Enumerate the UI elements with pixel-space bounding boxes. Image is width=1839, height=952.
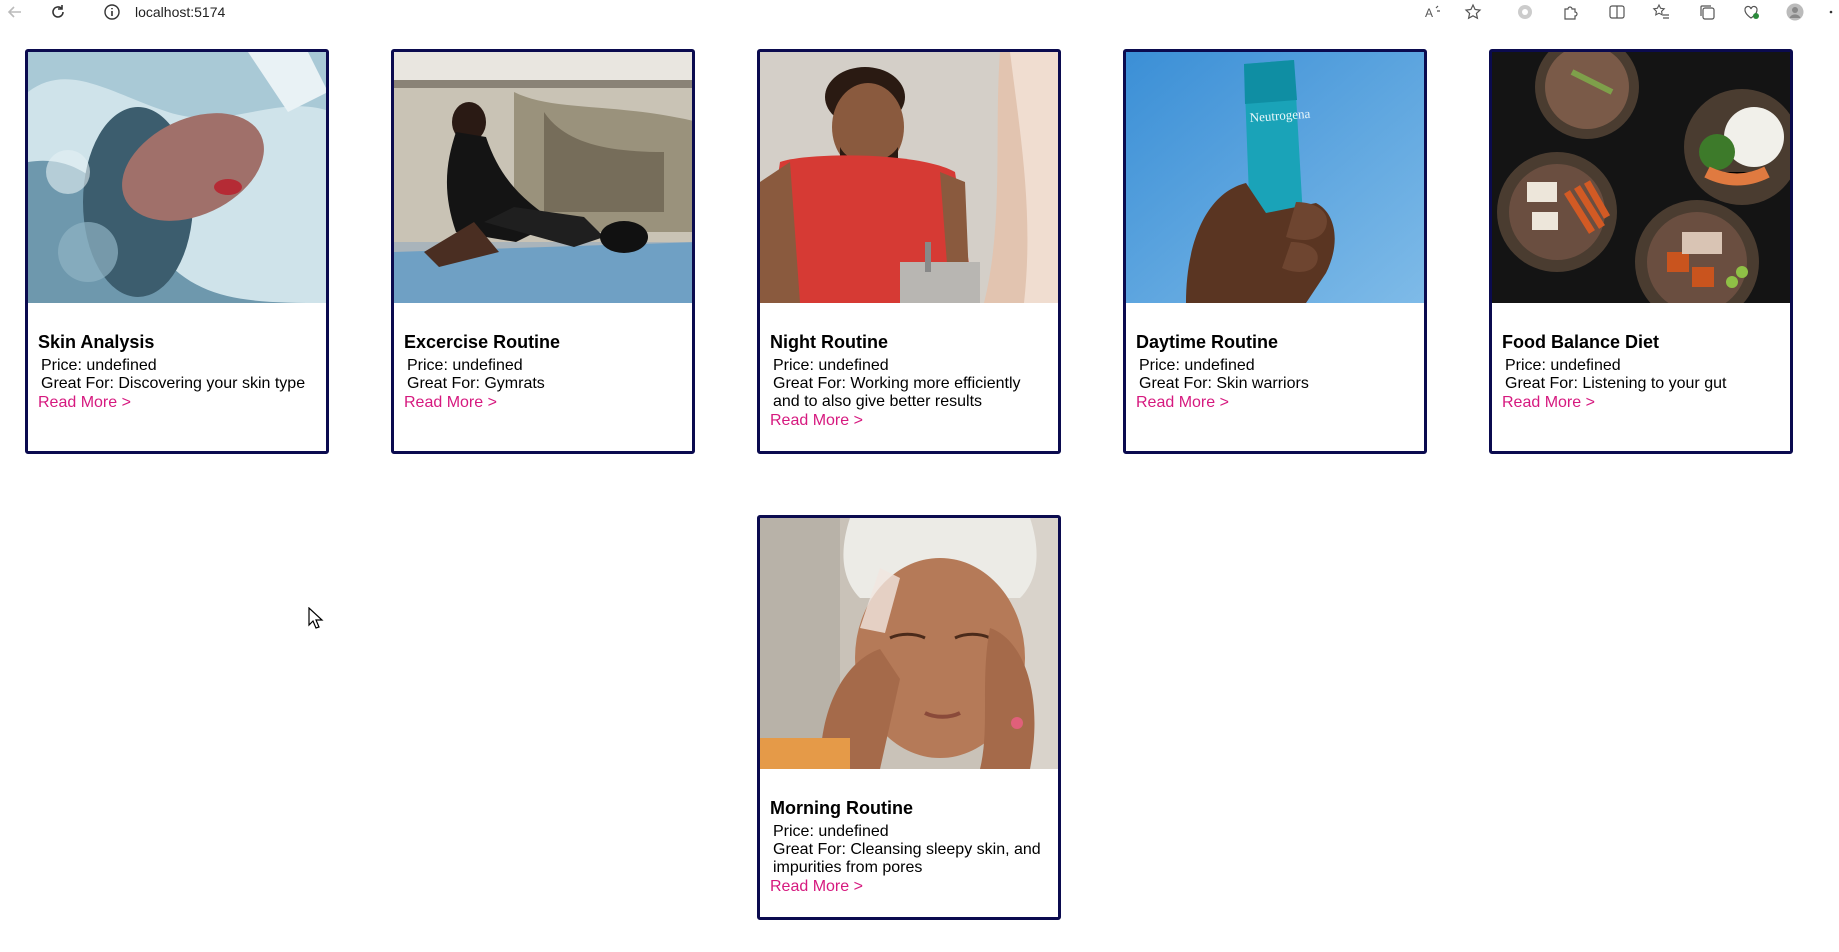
card-great-for: Great For: Gymrats [407,375,545,392]
extension-icon[interactable] [1515,2,1535,22]
card-title: Daytime Routine [1136,332,1279,352]
profile-avatar-icon[interactable] [1785,2,1805,22]
product-card: Skin Analysis Price: undefined Great For… [25,49,329,454]
read-more-link[interactable]: Read More > [1136,393,1229,413]
collections-icon[interactable] [1697,2,1717,22]
favorite-star-icon[interactable] [1463,2,1483,22]
more-menu-icon[interactable] [1826,2,1839,22]
mouse-cursor-icon [308,606,324,629]
card-great-for: Great For: Cleansing sleepy skin, and im… [773,841,1041,876]
product-card: Food Balance Diet Price: undefined Great… [1489,49,1793,454]
card-title: Morning Routine [770,798,913,818]
read-aloud-icon[interactable]: A [1423,2,1443,22]
card-image: Neutrogena [1126,52,1424,303]
card-title: Food Balance Diet [1502,332,1660,352]
card-price: Price: undefined [41,357,157,374]
product-card: Excercise Routine Price: undefined Great… [391,49,695,454]
card-price: Price: undefined [773,823,889,840]
puzzle-icon[interactable] [1560,2,1580,22]
card-price: Price: undefined [773,357,889,374]
product-card: Night Routine Price: undefined Great For… [757,49,1061,454]
product-card: Morning Routine Price: undefined Great F… [757,515,1061,920]
browser-essentials-icon[interactable] [1741,2,1761,22]
read-more-link[interactable]: Read More > [1502,393,1595,413]
card-image [394,52,692,303]
split-screen-icon[interactable] [1607,2,1627,22]
card-image [1492,52,1790,303]
browser-toolbar: localhost:5174 A [0,0,1839,24]
card-title: Skin Analysis [38,332,155,352]
address-bar[interactable]: localhost:5174 [135,4,225,20]
read-more-link[interactable]: Read More > [770,411,863,431]
card-price: Price: undefined [1505,357,1621,374]
card-great-for: Great For: Skin warriors [1139,375,1309,392]
back-icon[interactable] [5,2,25,22]
read-more-link[interactable]: Read More > [38,393,131,413]
card-image [28,52,326,303]
favorites-list-icon[interactable] [1651,2,1671,22]
card-price: Price: undefined [407,357,523,374]
card-great-for: Great For: Discovering your skin type [41,375,306,392]
card-title: Night Routine [770,332,888,352]
svg-text:A: A [1425,6,1433,20]
refresh-icon[interactable] [48,2,68,22]
product-card: Neutrogena Daytime Routine Price: undefi… [1123,49,1427,454]
card-price: Price: undefined [1139,357,1255,374]
card-great-for: Great For: Working more efficiently and … [773,375,1021,410]
card-image [760,52,1058,303]
card-image [760,518,1058,769]
card-great-for: Great For: Listening to your gut [1505,375,1727,392]
read-more-link[interactable]: Read More > [770,877,863,897]
site-info-icon[interactable] [102,2,122,22]
read-more-link[interactable]: Read More > [404,393,497,413]
card-title: Excercise Routine [404,332,561,352]
